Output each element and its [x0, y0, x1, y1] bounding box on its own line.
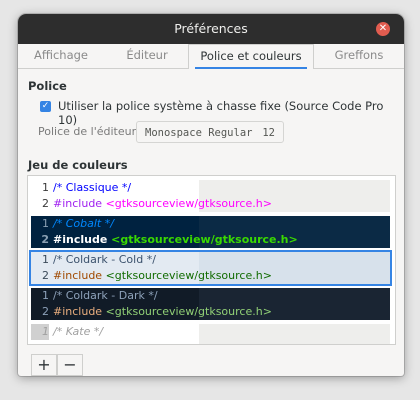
use-system-font-checkbox[interactable]: ✓: [40, 101, 51, 112]
line-number: 2: [42, 269, 49, 282]
tab-bar: Affichage Éditeur Police et couleurs Gre…: [18, 44, 404, 69]
include-path-text: <gtksourceview/gtksource.h>: [105, 305, 272, 318]
line-number: 1: [31, 324, 49, 340]
tab-editeur[interactable]: Éditeur: [104, 44, 190, 68]
preferences-window: Préférences ✕ Affichage Éditeur Police e…: [18, 14, 404, 376]
scheme-coldark-cold[interactable]: 1 /* Coldark - Cold */ 2 #include <gtksour…: [29, 250, 392, 286]
include-path-text: <gtksourceview/gtksource.h>: [111, 233, 298, 246]
title-bar: Préférences ✕: [18, 14, 404, 44]
preprocessor-text: #include: [53, 197, 103, 210]
include-path-text: <gtksourceview/gtksource.h>: [105, 269, 272, 282]
line-number: 1: [42, 181, 49, 194]
comment-text: /* Kate */: [53, 325, 104, 338]
scheme-coldark-dark[interactable]: 1 /* Coldark - Dark */ 2 #include <gtksour…: [31, 288, 390, 320]
scheme-line-2: 2 #include <gtksourceview/gtksource.h>: [31, 268, 272, 284]
scheme-line-1: 1 /* Coldark - Cold */: [31, 252, 156, 268]
scheme-line-2: 2 #include <gtksourceview/gtksource.h>: [31, 196, 272, 212]
close-icon[interactable]: ✕: [376, 22, 390, 36]
right-margin-area: [199, 324, 390, 344]
color-scheme-list: 1 /* Classique */ 2 #include <gtksourcevie…: [27, 175, 396, 345]
scheme-list-toolbar: + −: [27, 354, 394, 376]
comment-text: /* Coldark - Cold */: [53, 253, 156, 266]
editor-font-label: Police de l'éditeur :: [38, 125, 144, 138]
tab-police-et-couleurs[interactable]: Police et couleurs: [188, 44, 314, 69]
line-number: 2: [42, 197, 49, 210]
line-number: 1: [42, 289, 49, 302]
comment-text: /* Coldark - Dark */: [53, 289, 158, 302]
scheme-line-1: 1 /* Coldark - Dark */: [31, 288, 158, 304]
scheme-line-1: 1 /* Classique */: [31, 180, 131, 196]
preprocessor-text: #include: [53, 233, 108, 246]
tab-affichage[interactable]: Affichage: [18, 44, 104, 68]
add-scheme-button[interactable]: +: [31, 354, 57, 376]
scheme-line-2: 2 #include <gtksourceview/gtksource.h>: [31, 232, 298, 248]
remove-scheme-button[interactable]: −: [57, 354, 83, 376]
preprocessor-text: #include: [53, 269, 103, 282]
line-number: 2: [41, 233, 49, 246]
scheme-kate[interactable]: 1 /* Kate */: [31, 324, 390, 344]
tab-greffons[interactable]: Greffons: [314, 44, 404, 68]
window-title: Préférences: [174, 21, 248, 36]
comment-text: /* Cobalt */: [53, 217, 114, 230]
scheme-line-1: 1 /* Cobalt */: [31, 216, 114, 232]
color-section-title: Jeu de couleurs: [28, 158, 128, 172]
editor-font-button[interactable]: Monospace Regular 12: [136, 121, 284, 143]
scheme-classic[interactable]: 1 /* Classique */ 2 #include <gtksourcevie…: [31, 180, 390, 212]
line-number: 1: [42, 217, 49, 230]
line-number: 2: [42, 305, 49, 318]
editor-font-name: Monospace Regular: [145, 127, 253, 139]
scheme-line-2: 2 #include <gtksourceview/gtksource.h>: [31, 304, 272, 320]
scheme-line-1: 1 /* Kate */: [31, 324, 103, 340]
font-section-title: Police: [28, 79, 67, 93]
scheme-cobalt[interactable]: 1 /* Cobalt */ 2 #include <gtksourceview/g…: [31, 216, 390, 248]
active-tab-indicator: [195, 67, 307, 69]
tab-police-et-couleurs-label: Police et couleurs: [200, 49, 302, 63]
preprocessor-text: #include: [53, 305, 103, 318]
line-number: 1: [42, 253, 49, 266]
include-path-text: <gtksourceview/gtksource.h>: [105, 197, 272, 210]
comment-text: /* Classique */: [53, 181, 132, 194]
editor-font-size: 12: [262, 127, 275, 139]
